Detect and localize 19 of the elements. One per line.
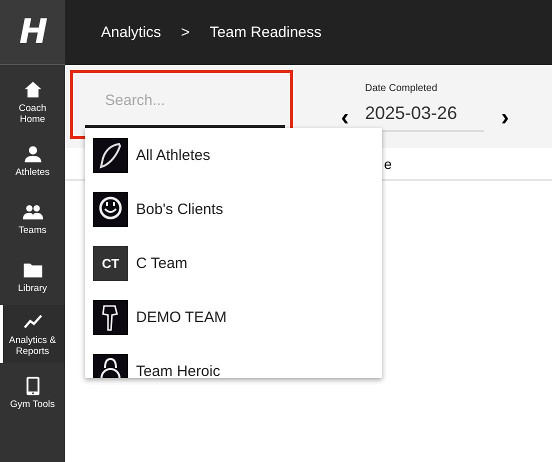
sidebar-item[interactable]: Teams: [0, 189, 65, 247]
column-header: e: [384, 156, 392, 172]
team-option[interactable]: Bob's Clients: [85, 182, 382, 236]
breadcrumb-item[interactable]: Analytics: [101, 24, 162, 41]
sidebar-item[interactable]: Gym Tools: [0, 363, 65, 421]
breadcrumb-item: Team Readiness: [210, 24, 322, 41]
sidebar-item[interactable]: Athletes: [0, 131, 65, 189]
sidebar-item[interactable]: Analytics & Reports: [0, 305, 65, 363]
breadcrumb-separator: >: [181, 24, 190, 41]
next-date-button[interactable]: ›: [501, 108, 509, 128]
team-option[interactable]: CT C Team: [85, 236, 382, 290]
team-option[interactable]: DEMO TEAM: [85, 290, 382, 344]
logo: H: [19, 12, 46, 52]
sidebar-item[interactable]: Library: [0, 247, 65, 305]
team-initials-icon: CT: [93, 246, 128, 280]
team-option[interactable]: Team Heroic: [85, 344, 382, 378]
date-label: Date Completed: [365, 83, 438, 94]
sidebar-item[interactable]: Coach Home: [0, 73, 65, 131]
previous-date-button[interactable]: ‹: [341, 108, 349, 128]
